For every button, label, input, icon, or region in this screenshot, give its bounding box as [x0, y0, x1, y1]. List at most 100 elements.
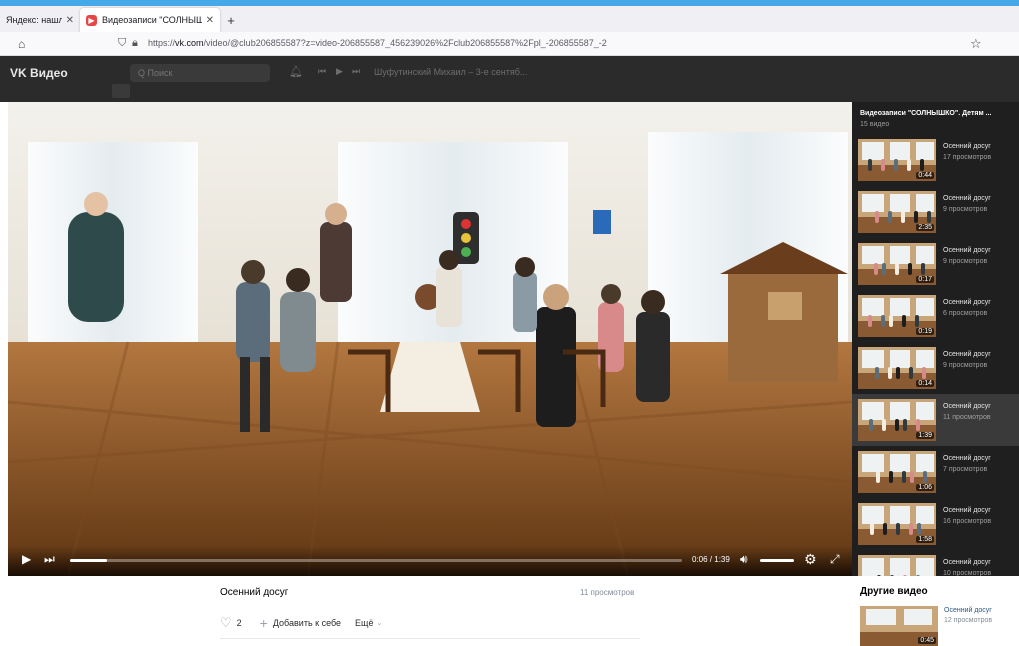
playlist-sidebar: Видеозаписи "СОЛНЫШКО". Детям ... 15 вид… [852, 102, 1019, 576]
volume-slider[interactable] [760, 559, 794, 562]
video-info-section: Осенний досуг 11 просмотров ♡ 2 + Добави… [0, 576, 1019, 646]
video-duration: 0:19 [916, 328, 934, 335]
other-video-thumbnail[interactable]: 0:45 [860, 606, 938, 646]
video-duration: 0:45 [918, 637, 936, 644]
prev-track-icon[interactable]: ⏮ [318, 66, 326, 77]
playlist-item-views: 17 просмотров [943, 154, 992, 161]
url-rest: /video/@club206855587?z=video-206855587_… [203, 38, 607, 48]
mini-player-track[interactable]: Шуфутинский Михаил – 3-е сентяб... [374, 67, 527, 77]
home-icon[interactable]: ⌂ [18, 37, 25, 51]
video-player[interactable]: ▶ ⏭ 0:06 / 1:39 🔊︎ ⚙ ⤢ [8, 102, 852, 576]
playlist-item[interactable]: Осенний досуг 10 просмотров [852, 550, 1019, 576]
video-thumbnail[interactable]: 0:14 [858, 347, 936, 389]
time-display: 0:06 / 1:39 [692, 555, 730, 564]
tab-title: Видеозаписи "СОЛНЫШКО". Д [102, 15, 202, 25]
current-time: 0:06 [692, 555, 708, 564]
next-video-icon[interactable]: ⏭ [44, 552, 55, 567]
other-video-views: 12 просмотров [944, 617, 993, 624]
playlist-item-title[interactable]: Осенний досуг [943, 247, 991, 254]
video-duration: 2:35 [916, 224, 934, 231]
playlist-item[interactable]: 0:44 Осенний досуг 17 просмотров [852, 134, 1019, 186]
playlist-item-views: 11 просмотров [943, 414, 991, 421]
tab-close-icon[interactable]: ✕ [66, 15, 74, 26]
video-title: Осенний досуг [220, 587, 289, 598]
other-videos-heading: Другие видео [860, 586, 928, 597]
shield-icon[interactable]: ⛉ [118, 37, 126, 50]
like-count[interactable]: 2 [237, 618, 242, 628]
video-actions: ♡ 2 + Добавить к себе Ещё ⌄ [220, 615, 382, 631]
url-domain: vk.com [175, 38, 204, 48]
playlist-item-views: 6 просмотров [943, 310, 988, 317]
video-thumbnail[interactable]: 1:06 [858, 451, 936, 493]
total-time: 1:39 [714, 555, 730, 564]
playlist-item-title[interactable]: Осенний досуг [943, 143, 991, 150]
playlist-item[interactable]: 1:39 Осенний досуг 11 просмотров [852, 394, 1019, 446]
play-icon[interactable]: ▶ [22, 552, 31, 566]
tab-close-icon[interactable]: ✕ [206, 15, 214, 26]
chevron-down-icon[interactable]: ⌄ [376, 619, 382, 627]
playlist-item-views: 9 просмотров [943, 206, 988, 213]
video-thumbnail[interactable]: 0:44 [858, 139, 936, 181]
video-thumbnail[interactable]: 1:58 [858, 503, 936, 545]
video-duration: 1:58 [916, 536, 934, 543]
video-views: 11 просмотров [580, 588, 635, 597]
video-thumbnail[interactable]: 2:35 [858, 191, 936, 233]
playlist-count: 15 видео [860, 121, 890, 128]
vk-video-logo[interactable]: VK Видео [10, 66, 68, 80]
playlist-item-views: 9 просмотров [943, 258, 988, 265]
playlist-item-title[interactable]: Осенний досуг [943, 195, 991, 202]
lock-icon[interactable]: 🔒︎ [132, 37, 138, 50]
divider [220, 638, 640, 639]
menu-icon[interactable] [112, 84, 130, 98]
browser-tab-vk[interactable]: ▶ Видеозаписи "СОЛНЫШКО". Д ✕ [80, 8, 220, 32]
volume-icon[interactable]: 🔊︎ [740, 552, 748, 567]
video-duration: 0:14 [916, 380, 934, 387]
vk-header: VK Видео Q Поиск 🔔︎ ⏮ ▶ ⏭ Шуфутинский Ми… [0, 56, 1019, 102]
playlist-item-title[interactable]: Осенний досуг [943, 559, 991, 566]
playlist-item[interactable]: 0:19 Осенний досуг 6 просмотров [852, 290, 1019, 342]
video-thumbnail[interactable]: 0:17 [858, 243, 936, 285]
video-duration: 0:44 [916, 172, 934, 179]
playlist-item-title[interactable]: Осенний досуг [943, 507, 991, 514]
bookmark-star-icon[interactable]: ☆ [970, 36, 982, 52]
url-field[interactable]: https://vk.com/video/@club206855587?z=vi… [148, 38, 607, 48]
playlist-item-title[interactable]: Осенний досуг [943, 299, 991, 306]
browser-tab-bar: Яндекс: нашлось ✕ ▶ Видеозаписи "СОЛНЫШК… [0, 6, 1019, 32]
playlist-item-title[interactable]: Осенний досуг [943, 403, 991, 410]
video-thumbnail[interactable]: 0:19 [858, 295, 936, 337]
new-tab-button[interactable]: + [220, 8, 242, 32]
playlist-item-views: 16 просмотров [943, 518, 992, 525]
browser-tab-yandex[interactable]: Яндекс: нашлось ✕ [0, 8, 80, 32]
plus-icon[interactable]: + [260, 615, 268, 631]
next-track-icon[interactable]: ⏭ [352, 66, 360, 77]
video-duration: 1:06 [916, 484, 934, 491]
playlist-item[interactable]: 0:17 Осенний досуг 9 просмотров [852, 238, 1019, 290]
search-input[interactable]: Q Поиск [130, 64, 270, 82]
video-duration: 0:17 [916, 276, 934, 283]
video-frame [8, 102, 852, 576]
playlist-item[interactable]: 0:14 Осенний досуг 9 просмотров [852, 342, 1019, 394]
other-video-title[interactable]: Осенний досуг [944, 607, 992, 614]
playlist-item-title[interactable]: Осенний досуг [943, 351, 991, 358]
video-thumbnail[interactable] [858, 555, 936, 576]
bell-icon[interactable]: 🔔︎ [289, 65, 303, 78]
progress-bar[interactable] [70, 559, 682, 562]
heart-icon[interactable]: ♡ [220, 615, 232, 631]
playlist-item-views: 7 просмотров [943, 466, 988, 473]
add-to-my-videos-button[interactable]: Добавить к себе [273, 618, 341, 628]
video-duration: 1:39 [916, 432, 934, 439]
fullscreen-icon[interactable]: ⤢ [830, 552, 840, 567]
playlist-item-title[interactable]: Осенний досуг [943, 455, 991, 462]
playlist-item[interactable]: 1:06 Осенний досуг 7 просмотров [852, 446, 1019, 498]
settings-gear-icon[interactable]: ⚙ [804, 551, 817, 568]
more-button[interactable]: Ещё [355, 618, 373, 628]
vk-favicon-icon: ▶ [86, 14, 97, 26]
video-thumbnail[interactable]: 1:39 [858, 399, 936, 441]
playlist-item[interactable]: 2:35 Осенний досуг 9 просмотров [852, 186, 1019, 238]
tab-title: Яндекс: нашлось [6, 15, 62, 25]
play-icon[interactable]: ▶ [336, 66, 343, 77]
playlist-title[interactable]: Видеозаписи "СОЛНЫШКО". Детям ... [860, 110, 991, 117]
url-prefix: https:// [148, 38, 176, 48]
address-bar: ⌂ ⛉ 🔒︎ https://vk.com/video/@club2068555… [0, 32, 1019, 56]
playlist-item[interactable]: 1:58 Осенний досуг 16 просмотров [852, 498, 1019, 550]
